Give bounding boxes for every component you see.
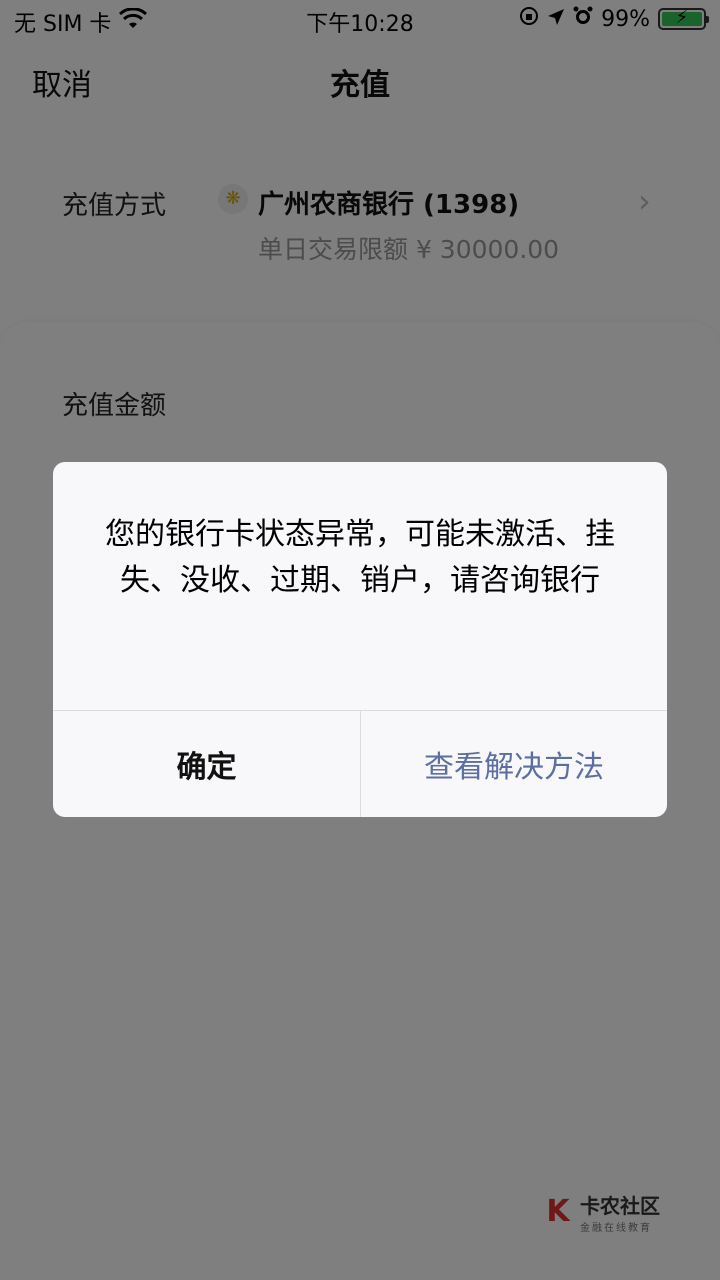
view-solution-button[interactable]: 查看解决方法 (361, 711, 667, 817)
confirm-button[interactable]: 确定 (53, 711, 360, 817)
alert-message: 您的银行卡状态异常，可能未激活、挂失、没收、过期、销户，请咨询银行 (105, 517, 615, 598)
alert-dialog: 您的银行卡状态异常，可能未激活、挂失、没收、过期、销户，请咨询银行 确定 查看解… (53, 462, 667, 817)
